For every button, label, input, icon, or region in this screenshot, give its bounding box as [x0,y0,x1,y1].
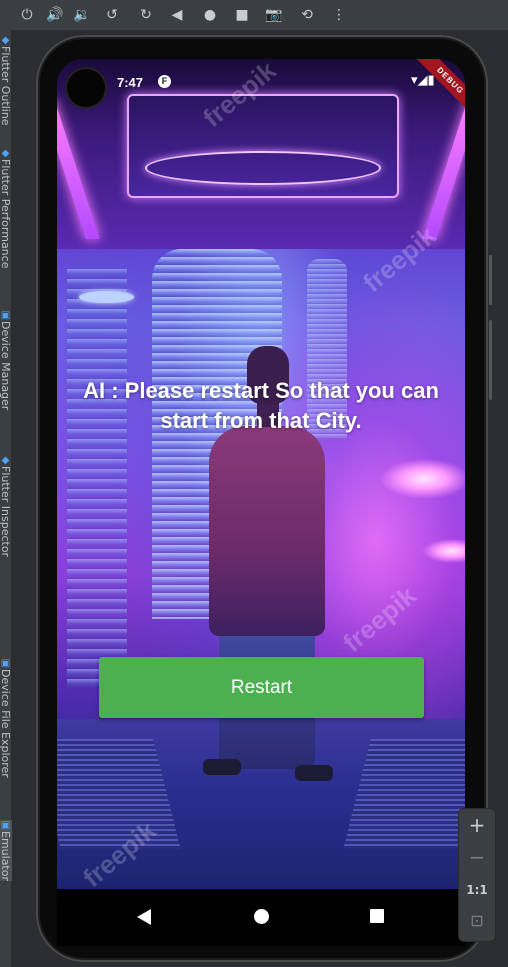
screenshot-icon[interactable]: 📷 [265,6,283,24]
power-key[interactable] [489,320,492,400]
fit-screen-button[interactable]: ⊡ [459,911,495,930]
status-time: 7:47 [117,75,144,90]
power-icon[interactable]: ⏻ [18,6,36,24]
background-fan [145,151,381,185]
tab-label: Flutter Performance [0,159,12,269]
volume-key[interactable] [489,255,492,305]
front-camera [67,69,105,107]
actual-size-button[interactable]: 1:1 [459,883,495,897]
device-icon: ▣ [0,310,11,321]
background-person [209,426,325,636]
rotate-left-icon[interactable]: ↺ [103,6,121,24]
snapshot-icon[interactable]: ⟲ [298,6,316,24]
home-icon[interactable] [254,909,269,924]
tab-label: Emulator [0,831,12,881]
tab-flutter-performance[interactable]: ◆Flutter Performance [0,148,12,268]
emulator-toolbar: ⏻ 🔊 🔉 ↺ ↻ ◀ ● ■ 📷 ⟲ ⋮ [0,0,508,30]
background-person [203,759,241,775]
zoom-panel: + − 1:1 ⊡ [458,808,496,942]
flutter-icon: ◆ [0,148,11,159]
tab-device-manager[interactable]: ▣Device Manager [0,310,12,410]
ai-message: AI : Please restart So that you can star… [83,378,439,433]
tab-label: Device Manager [0,321,12,411]
more-icon[interactable]: ⋮ [330,6,348,24]
zoom-in-button[interactable]: + [459,813,495,837]
tab-label: Flutter Outline [0,46,12,126]
tab-device-file-explorer[interactable]: ▣Device File Explorer [0,658,12,778]
background-building [67,269,127,689]
tab-label: Device File Explorer [0,669,12,778]
volume-down-icon[interactable]: 🔉 [73,6,91,24]
back-icon[interactable] [137,909,151,925]
tab-flutter-outline[interactable]: ◆Flutter Outline [0,35,12,126]
tab-flutter-inspector[interactable]: ◆Flutter Inspector [0,455,12,557]
flutter-icon: ◆ [0,455,11,466]
rotate-right-icon[interactable]: ↻ [137,6,155,24]
tool-window-strip: ◆Flutter Outline ◆Flutter Performance ▣D… [0,30,12,967]
recents-icon[interactable] [370,909,384,923]
background-light [379,459,465,499]
background-light [422,539,465,563]
watermark: freepik [337,580,422,659]
overview-icon[interactable]: ■ [233,6,251,24]
volume-up-icon[interactable]: 🔊 [46,6,64,24]
flutter-icon: ◆ [0,35,11,46]
app-screen: freepik freepik freepik freepik 7:47 F ▾… [57,59,465,889]
system-navbar [57,889,465,946]
back-icon[interactable]: ◀ [168,6,186,24]
status-icons: ▾◢▮ [411,73,435,88]
flutter-notification-icon: F [158,75,171,88]
zoom-out-button[interactable]: − [459,845,495,869]
background-person [295,765,333,781]
tab-label: Flutter Inspector [0,466,12,558]
emulator-icon: ▣ [0,820,11,831]
tab-emulator[interactable]: ▣Emulator [0,820,12,881]
home-icon[interactable]: ● [201,6,219,24]
background-airship [79,291,134,303]
device-icon: ▣ [0,658,11,669]
restart-button[interactable]: Restart [99,657,424,718]
